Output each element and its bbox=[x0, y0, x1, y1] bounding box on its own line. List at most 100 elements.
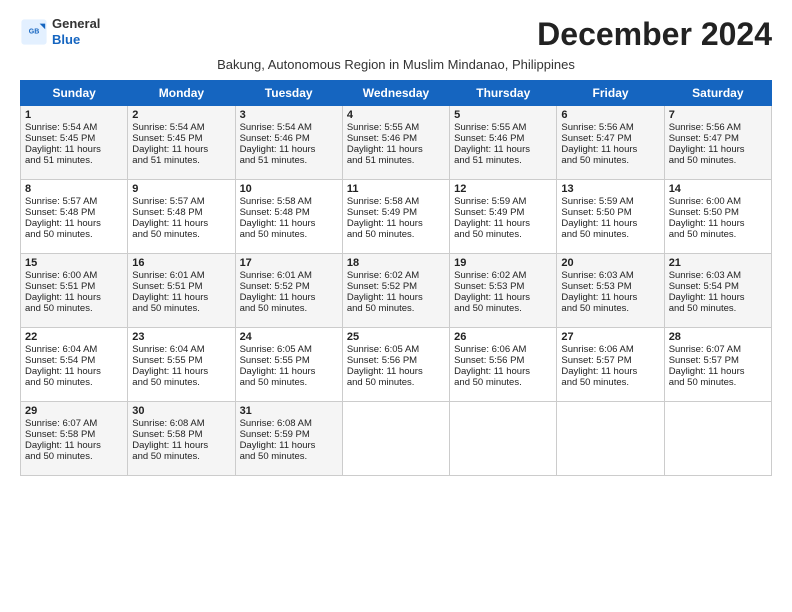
day-info-line: and 50 minutes. bbox=[25, 303, 123, 314]
day-info-line: and 51 minutes. bbox=[454, 155, 552, 166]
day-info-line: Daylight: 11 hours bbox=[132, 366, 230, 377]
day-info-line: Sunset: 5:56 PM bbox=[347, 355, 445, 366]
day-info-line: Sunset: 5:54 PM bbox=[669, 281, 767, 292]
day-info-line: and 50 minutes. bbox=[132, 451, 230, 462]
day-info-line: and 50 minutes. bbox=[669, 377, 767, 388]
day-info-line: Sunset: 5:46 PM bbox=[347, 133, 445, 144]
day-info-line: Daylight: 11 hours bbox=[669, 144, 767, 155]
day-info-line: Sunset: 5:53 PM bbox=[454, 281, 552, 292]
day-info-line: Sunrise: 6:06 AM bbox=[561, 344, 659, 355]
calendar-cell bbox=[557, 402, 664, 476]
day-info-line: Sunrise: 5:59 AM bbox=[561, 196, 659, 207]
day-info-line: Daylight: 11 hours bbox=[669, 366, 767, 377]
day-info-line: Sunset: 5:46 PM bbox=[454, 133, 552, 144]
calendar-cell bbox=[664, 402, 771, 476]
calendar-cell: 21Sunrise: 6:03 AMSunset: 5:54 PMDayligh… bbox=[664, 254, 771, 328]
day-number: 1 bbox=[25, 109, 123, 121]
month-title: December 2024 bbox=[537, 16, 772, 53]
calendar-cell: 12Sunrise: 5:59 AMSunset: 5:49 PMDayligh… bbox=[450, 180, 557, 254]
day-info-line: Sunset: 5:55 PM bbox=[240, 355, 338, 366]
day-info-line: Daylight: 11 hours bbox=[25, 440, 123, 451]
calendar-week-4: 22Sunrise: 6:04 AMSunset: 5:54 PMDayligh… bbox=[21, 328, 772, 402]
day-info-line: Daylight: 11 hours bbox=[347, 292, 445, 303]
day-number: 10 bbox=[240, 183, 338, 195]
calendar-cell: 7Sunrise: 5:56 AMSunset: 5:47 PMDaylight… bbox=[664, 106, 771, 180]
day-info-line: Daylight: 11 hours bbox=[561, 366, 659, 377]
day-info-line: and 50 minutes. bbox=[240, 377, 338, 388]
col-header-sunday: Sunday bbox=[21, 81, 128, 106]
day-info-line: and 50 minutes. bbox=[240, 451, 338, 462]
day-number: 6 bbox=[561, 109, 659, 121]
day-info-line: Sunrise: 6:08 AM bbox=[240, 418, 338, 429]
calendar-cell bbox=[342, 402, 449, 476]
day-number: 4 bbox=[347, 109, 445, 121]
day-info-line: Sunrise: 6:07 AM bbox=[669, 344, 767, 355]
day-info-line: Sunset: 5:53 PM bbox=[561, 281, 659, 292]
day-info-line: Daylight: 11 hours bbox=[240, 366, 338, 377]
day-info-line: Sunrise: 6:07 AM bbox=[25, 418, 123, 429]
day-info-line: Sunrise: 5:57 AM bbox=[25, 196, 123, 207]
day-info-line: Daylight: 11 hours bbox=[240, 292, 338, 303]
calendar-week-3: 15Sunrise: 6:00 AMSunset: 5:51 PMDayligh… bbox=[21, 254, 772, 328]
calendar-cell: 8Sunrise: 5:57 AMSunset: 5:48 PMDaylight… bbox=[21, 180, 128, 254]
day-info-line: Sunset: 5:58 PM bbox=[132, 429, 230, 440]
day-info-line: Daylight: 11 hours bbox=[132, 218, 230, 229]
day-info-line: Sunrise: 5:56 AM bbox=[561, 122, 659, 133]
day-info-line: and 50 minutes. bbox=[240, 303, 338, 314]
day-info-line: and 50 minutes. bbox=[347, 229, 445, 240]
day-info-line: and 51 minutes. bbox=[132, 155, 230, 166]
calendar-cell: 16Sunrise: 6:01 AMSunset: 5:51 PMDayligh… bbox=[128, 254, 235, 328]
day-info-line: and 50 minutes. bbox=[561, 303, 659, 314]
day-info-line: Sunrise: 6:05 AM bbox=[240, 344, 338, 355]
day-info-line: and 50 minutes. bbox=[240, 229, 338, 240]
day-info-line: Daylight: 11 hours bbox=[240, 144, 338, 155]
day-info-line: Sunrise: 5:55 AM bbox=[454, 122, 552, 133]
day-info-line: Daylight: 11 hours bbox=[25, 292, 123, 303]
day-info-line: Sunset: 5:59 PM bbox=[240, 429, 338, 440]
day-number: 8 bbox=[25, 183, 123, 195]
day-number: 22 bbox=[25, 331, 123, 343]
calendar-cell: 17Sunrise: 6:01 AMSunset: 5:52 PMDayligh… bbox=[235, 254, 342, 328]
calendar-week-2: 8Sunrise: 5:57 AMSunset: 5:48 PMDaylight… bbox=[21, 180, 772, 254]
day-info-line: Sunrise: 5:54 AM bbox=[25, 122, 123, 133]
day-info-line: Sunrise: 6:00 AM bbox=[669, 196, 767, 207]
calendar-week-5: 29Sunrise: 6:07 AMSunset: 5:58 PMDayligh… bbox=[21, 402, 772, 476]
day-number: 5 bbox=[454, 109, 552, 121]
day-info-line: and 50 minutes. bbox=[132, 303, 230, 314]
col-header-wednesday: Wednesday bbox=[342, 81, 449, 106]
day-number: 18 bbox=[347, 257, 445, 269]
day-info-line: and 50 minutes. bbox=[669, 303, 767, 314]
day-info-line: Daylight: 11 hours bbox=[132, 144, 230, 155]
day-number: 11 bbox=[347, 183, 445, 195]
day-info-line: and 50 minutes. bbox=[25, 377, 123, 388]
calendar-cell: 15Sunrise: 6:00 AMSunset: 5:51 PMDayligh… bbox=[21, 254, 128, 328]
day-info-line: Sunset: 5:45 PM bbox=[132, 133, 230, 144]
day-info-line: Daylight: 11 hours bbox=[25, 218, 123, 229]
day-info-line: Sunrise: 6:01 AM bbox=[240, 270, 338, 281]
day-info-line: Sunrise: 5:55 AM bbox=[347, 122, 445, 133]
day-info-line: Daylight: 11 hours bbox=[454, 292, 552, 303]
day-info-line: and 50 minutes. bbox=[25, 229, 123, 240]
day-info-line: Daylight: 11 hours bbox=[669, 218, 767, 229]
day-info-line: Sunset: 5:46 PM bbox=[240, 133, 338, 144]
calendar-cell: 1Sunrise: 5:54 AMSunset: 5:45 PMDaylight… bbox=[21, 106, 128, 180]
day-number: 17 bbox=[240, 257, 338, 269]
calendar-cell: 19Sunrise: 6:02 AMSunset: 5:53 PMDayligh… bbox=[450, 254, 557, 328]
day-info-line: Daylight: 11 hours bbox=[132, 292, 230, 303]
day-info-line: Sunset: 5:49 PM bbox=[454, 207, 552, 218]
day-info-line: Daylight: 11 hours bbox=[132, 440, 230, 451]
day-info-line: Daylight: 11 hours bbox=[561, 144, 659, 155]
day-info-line: and 50 minutes. bbox=[669, 229, 767, 240]
col-header-monday: Monday bbox=[128, 81, 235, 106]
day-number: 9 bbox=[132, 183, 230, 195]
day-number: 23 bbox=[132, 331, 230, 343]
calendar-cell: 5Sunrise: 5:55 AMSunset: 5:46 PMDaylight… bbox=[450, 106, 557, 180]
day-info-line: Sunrise: 6:02 AM bbox=[454, 270, 552, 281]
day-info-line: Daylight: 11 hours bbox=[240, 218, 338, 229]
day-info-line: Sunrise: 6:01 AM bbox=[132, 270, 230, 281]
day-info-line: Daylight: 11 hours bbox=[25, 366, 123, 377]
day-number: 26 bbox=[454, 331, 552, 343]
day-info-line: and 50 minutes. bbox=[561, 229, 659, 240]
calendar-cell: 4Sunrise: 5:55 AMSunset: 5:46 PMDaylight… bbox=[342, 106, 449, 180]
subtitle: Bakung, Autonomous Region in Muslim Mind… bbox=[20, 57, 772, 72]
